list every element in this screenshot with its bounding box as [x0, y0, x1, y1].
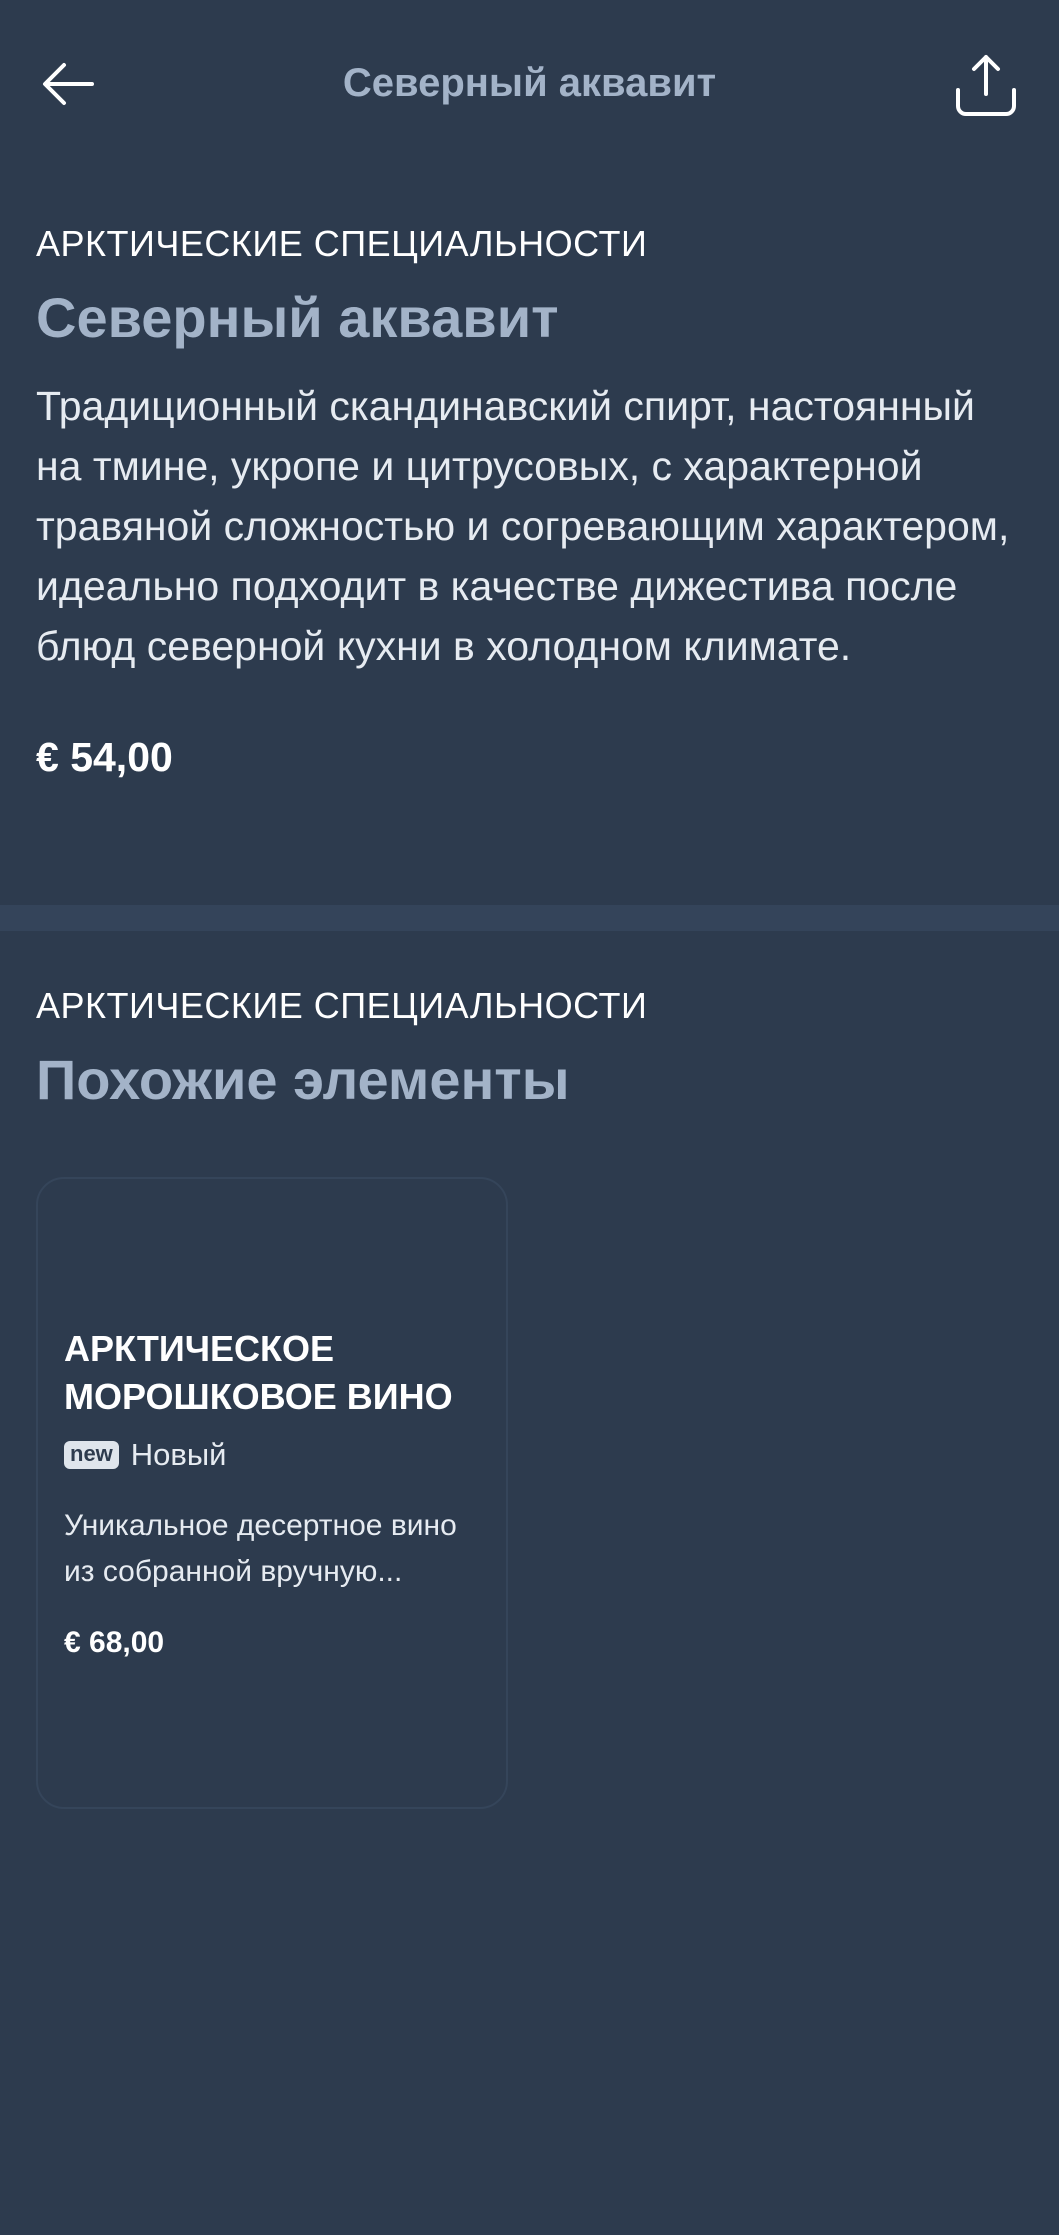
related-section: АРКТИЧЕСКИЕ СПЕЦИАЛЬНОСТИ Похожие элемен…: [36, 984, 1026, 1114]
related-item-card[interactable]: АРКТИЧЕСКОЕ МОРОШКОВОЕ ВИНО new Новый Ун…: [36, 1177, 508, 1809]
new-badge-label: Новый: [130, 1437, 227, 1472]
share-icon: [956, 55, 1016, 116]
section-divider: [0, 905, 1059, 931]
new-badge: new: [64, 1441, 119, 1469]
header-title: Северный аквавит: [342, 61, 717, 105]
related-item-description: Уникальное десертное вино из собранной в…: [64, 1509, 457, 1588]
product-name: Северный аквавит: [36, 286, 559, 349]
top-bar: Северный аквавит: [0, 0, 1059, 170]
product-category: АРКТИЧЕСКИЕ СПЕЦИАЛЬНОСТИ: [36, 223, 648, 264]
related-category: АРКТИЧЕСКИЕ СПЕЦИАЛЬНОСТИ: [36, 985, 648, 1026]
product-price: € 54,00: [36, 734, 173, 780]
product-details: АРКТИЧЕСКИЕ СПЕЦИАЛЬНОСТИ Северный аквав…: [36, 222, 1026, 782]
product-description: Традиционный скандинавский спирт, настоя…: [36, 383, 1010, 669]
related-item-price: € 68,00: [64, 1626, 165, 1659]
related-heading: Похожие элементы: [36, 1048, 570, 1111]
related-item-title: АРКТИЧЕСКОЕ МОРОШКОВОЕ ВИНО: [64, 1328, 453, 1417]
related-item-badge-row: new Новый: [64, 1435, 227, 1475]
share-button[interactable]: [948, 48, 1024, 124]
